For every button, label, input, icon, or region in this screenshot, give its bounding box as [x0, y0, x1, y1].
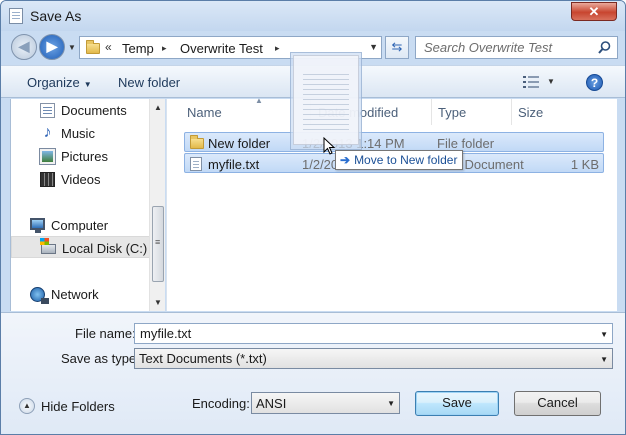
nav-item-label: Videos [61, 172, 101, 187]
savetype-value: Text Documents (*.txt) [139, 351, 267, 366]
network-icon [30, 287, 49, 304]
filename-input[interactable] [140, 326, 580, 341]
nav-item-pictures[interactable]: Pictures [11, 145, 150, 167]
encoding-value: ANSI [256, 396, 287, 411]
filename-label: File name: [75, 326, 136, 341]
nav-item-documents[interactable]: Documents [11, 99, 150, 121]
chevron-down-icon: ▼ [83, 80, 92, 89]
music-icon: ♪ [43, 124, 52, 141]
breadcrumb-separator[interactable]: ▸ [275, 43, 280, 54]
scroll-up-arrow[interactable]: ▲ [154, 103, 162, 112]
videos-icon [40, 172, 55, 187]
nav-item-label: Music [61, 126, 95, 141]
pictures-icon [39, 148, 56, 165]
organize-menu[interactable]: Organize ▼ [27, 75, 92, 90]
documents-icon [40, 103, 55, 118]
window-title: Save As [30, 8, 82, 24]
close-button[interactable]: ✕ [571, 2, 617, 21]
filename-field[interactable]: ▼ [134, 323, 613, 344]
document-icon [293, 55, 359, 145]
nav-item-music[interactable]: ♪ Music [11, 122, 150, 144]
drag-tooltip-text: Move to New folder [354, 153, 458, 167]
notepad-icon [9, 8, 23, 24]
file-row-new-folder[interactable]: New folder 1/2/2013 1:14 PM File folder [184, 132, 604, 152]
recent-pages-dropdown[interactable]: ▼ [68, 43, 76, 52]
file-size: 1 KB [570, 157, 599, 172]
column-header-type[interactable]: Type [432, 99, 512, 125]
forward-button[interactable]: ▶ [39, 34, 65, 60]
search-icon[interactable] [598, 41, 611, 54]
file-type: File folder [437, 136, 495, 151]
help-icon[interactable]: ? [586, 74, 603, 91]
savetype-select[interactable]: Text Documents (*.txt) ▼ [134, 348, 613, 369]
text-file-icon [190, 157, 202, 171]
folder-icon [86, 40, 100, 54]
save-form: File name: ▼ Save as type: Text Document… [1, 312, 625, 434]
nav-item-label: Computer [51, 218, 109, 233]
file-name: myfile.txt [208, 157, 260, 172]
computer-icon [30, 218, 45, 233]
search-input[interactable] [424, 40, 594, 55]
savetype-label: Save as type: [61, 351, 140, 366]
drag-preview [290, 52, 362, 150]
chevron-up-icon: ▲ [19, 398, 35, 414]
address-dropdown-arrow[interactable]: ▼ [369, 42, 378, 52]
breadcrumb-overflow[interactable]: « [105, 40, 112, 54]
scrollbar-thumb[interactable] [152, 206, 164, 282]
new-folder-button[interactable]: New folder [118, 75, 180, 90]
search-box[interactable] [415, 36, 618, 59]
save-button[interactable]: Save [415, 391, 499, 416]
column-label: Type [438, 105, 467, 120]
breadcrumb-overwrite-test[interactable]: Overwrite Test [180, 41, 263, 56]
disk-icon [40, 238, 56, 254]
organize-label: Organize [27, 75, 80, 90]
column-header-size[interactable]: Size [512, 99, 608, 125]
column-label: Size [518, 105, 544, 120]
refresh-button[interactable]: ⇆ [385, 36, 409, 59]
cancel-button[interactable]: Cancel [514, 391, 601, 416]
save-as-dialog: Save As ✕ ◀ ▶ ▼ « Temp ▸ Overwrite Test … [0, 0, 626, 435]
encoding-select[interactable]: ANSI ▼ [251, 392, 400, 414]
hide-folders-label: Hide Folders [41, 399, 115, 414]
file-name: New folder [208, 136, 271, 151]
title-bar[interactable]: Save As ✕ [1, 1, 625, 31]
drag-tooltip: ➔ Move to New folder [335, 150, 464, 170]
scroll-down-arrow[interactable]: ▼ [154, 298, 162, 307]
nav-item-computer[interactable]: Computer [11, 214, 150, 236]
nav-item-label: Pictures [61, 149, 108, 164]
change-view-icon[interactable] [523, 76, 539, 88]
chevron-down-icon[interactable]: ▼ [600, 330, 608, 339]
breadcrumb-separator[interactable]: ▸ [162, 43, 167, 54]
mouse-cursor-icon [323, 137, 335, 155]
encoding-label: Encoding: [192, 396, 250, 411]
folder-icon [190, 135, 204, 149]
column-label: Name [187, 105, 222, 120]
view-options-dropdown[interactable]: ▼ [547, 77, 555, 86]
navigation-scrollbar[interactable]: ▲ ▼ [149, 99, 165, 311]
nav-item-local-disk[interactable]: Local Disk (C:) [11, 236, 150, 258]
nav-item-label: Local Disk (C:) [62, 241, 148, 256]
file-list: ▲ Name Date modified Type Size New folde… [166, 96, 617, 311]
nav-item-label: Documents [61, 103, 127, 118]
nav-item-network[interactable]: Network [11, 283, 150, 305]
sort-ascending-icon: ▲ [255, 96, 263, 105]
breadcrumb-temp[interactable]: Temp [122, 41, 154, 56]
chevron-down-icon: ▼ [387, 399, 395, 408]
back-button[interactable]: ◀ [11, 34, 37, 60]
nav-item-videos[interactable]: Videos [11, 168, 150, 190]
chevron-down-icon: ▼ [600, 355, 608, 364]
nav-item-label: Network [51, 287, 99, 302]
move-arrow-icon: ➔ [340, 153, 351, 167]
navigation-pane: Documents ♪ Music Pictures Videos Comput… [10, 99, 165, 311]
